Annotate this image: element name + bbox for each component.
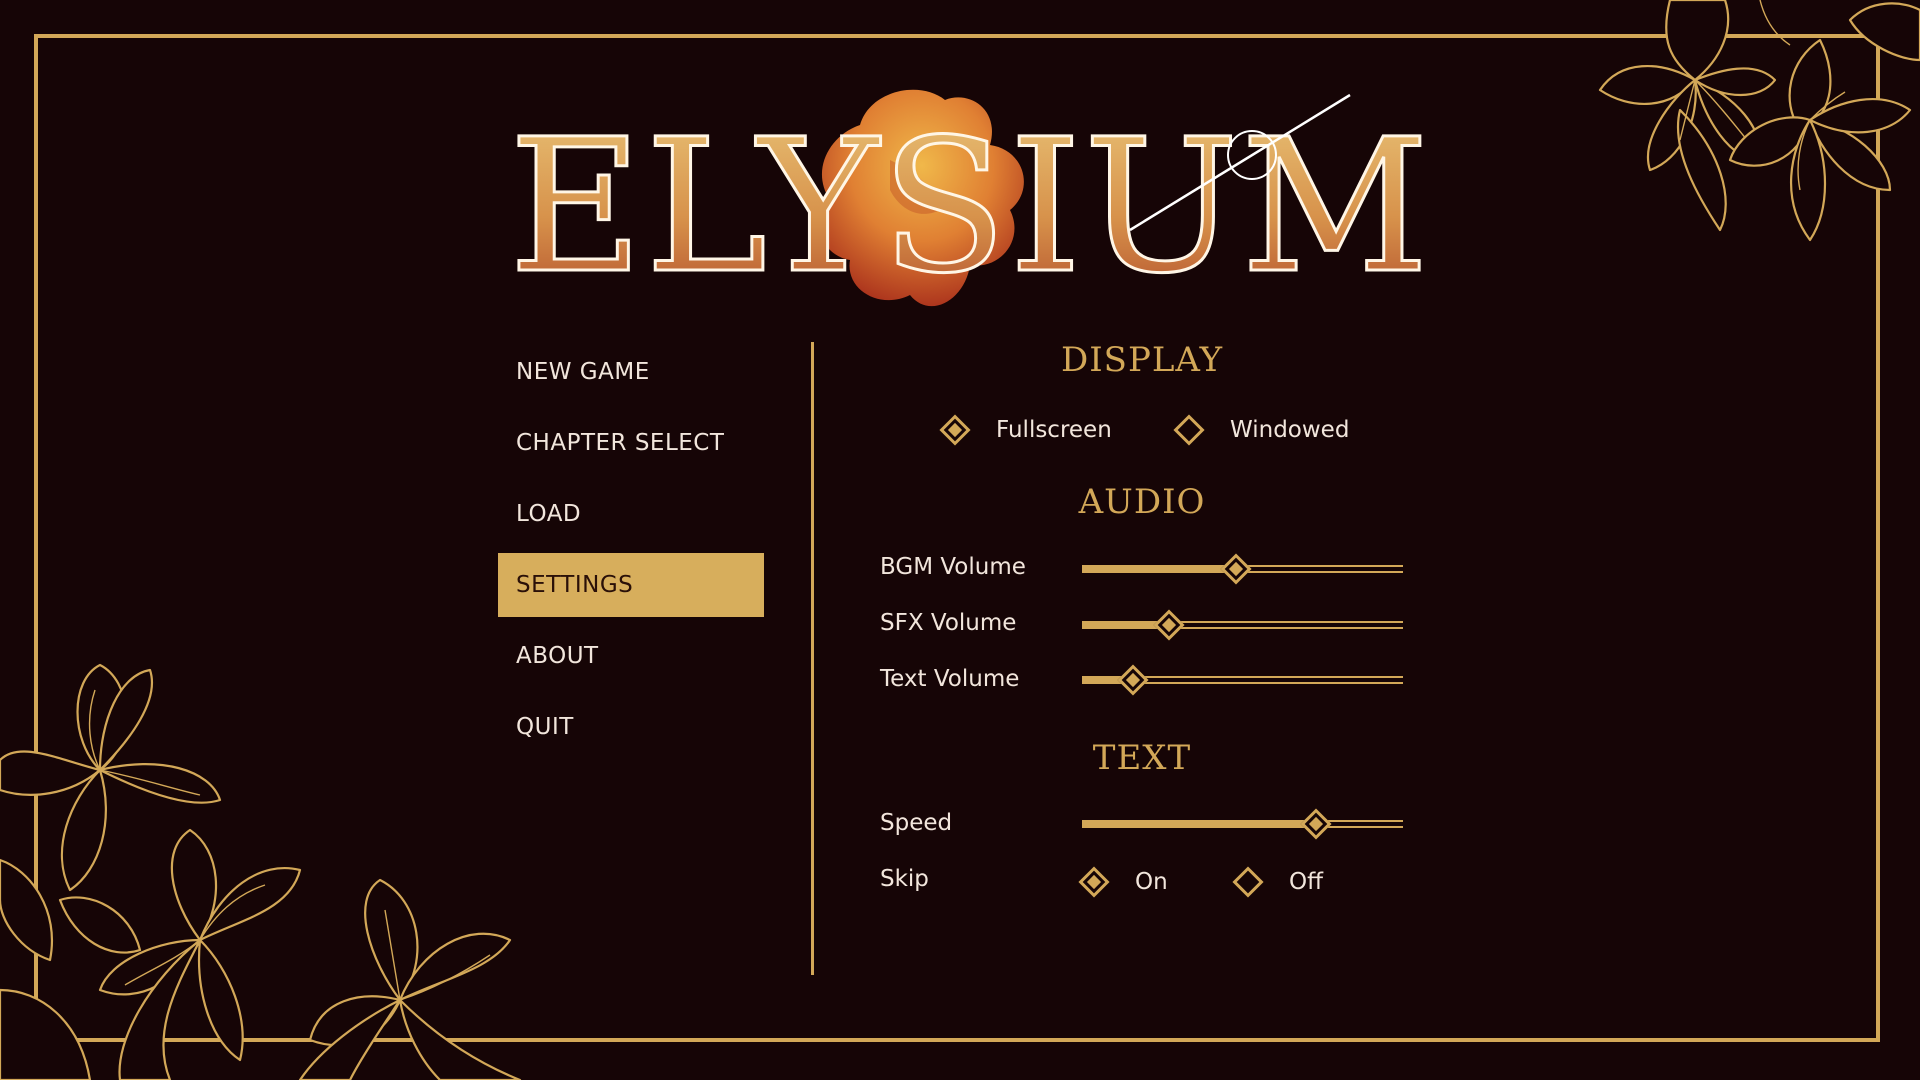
display-section-title: DISPLAY [1060, 340, 1224, 380]
skip-off-radio[interactable]: Off [1232, 866, 1323, 898]
slider-handle[interactable] [1117, 664, 1149, 696]
skip-on-label: On [1135, 869, 1168, 895]
slider-fill [1082, 565, 1237, 573]
bgm-volume-slider[interactable] [1082, 553, 1403, 585]
text-section-title: TEXT [1092, 738, 1192, 778]
menu-item-chapter-select[interactable]: CHAPTER SELECT [498, 411, 764, 475]
sfx-volume-slider[interactable] [1082, 609, 1403, 641]
menu-item-label: NEW GAME [516, 359, 650, 385]
speed-label: Speed [880, 810, 953, 836]
windowed-label: Windowed [1230, 417, 1350, 443]
audio-section-title: AUDIO [1078, 482, 1206, 522]
fullscreen-radio[interactable]: Fullscreen [939, 414, 1112, 446]
slider-fill [1082, 820, 1317, 828]
fullscreen-label: Fullscreen [996, 417, 1112, 443]
text-volume-label: Text Volume [880, 666, 1020, 692]
text-speed-slider[interactable] [1082, 808, 1403, 840]
game-logo: ELYSIUM [507, 89, 1431, 316]
menu-item-label: ABOUT [516, 643, 599, 669]
skip-on-radio[interactable]: On [1078, 866, 1168, 898]
slider-handle[interactable] [1220, 553, 1252, 585]
slider-handle[interactable] [1300, 808, 1332, 840]
radio-selected-icon [939, 414, 971, 446]
menu-item-label: LOAD [516, 501, 582, 527]
sfx-volume-label: SFX Volume [880, 610, 1017, 636]
logo-title: ELYSIUM [509, 100, 1431, 314]
floral-decoration-top-right [1598, 0, 1920, 242]
menu-item-label: CHAPTER SELECT [516, 430, 725, 456]
menu-item-settings[interactable]: SETTINGS [498, 553, 764, 617]
menu-item-new-game[interactable]: NEW GAME [498, 340, 764, 404]
slider-handle[interactable] [1153, 609, 1185, 641]
bgm-volume-label: BGM Volume [880, 554, 1026, 580]
radio-unselected-icon [1232, 866, 1264, 898]
menu-item-quit[interactable]: QUIT [498, 695, 764, 759]
radio-selected-icon [1078, 866, 1110, 898]
floral-decoration-bottom-left [0, 663, 522, 1080]
menu-item-label: SETTINGS [516, 572, 634, 598]
menu-item-about[interactable]: ABOUT [498, 624, 764, 688]
skip-off-label: Off [1289, 869, 1323, 895]
radio-unselected-icon [1173, 414, 1205, 446]
text-volume-slider[interactable] [1082, 664, 1403, 696]
main-menu: NEW GAME CHAPTER SELECT LOAD SETTINGS AB… [498, 340, 764, 766]
menu-item-load[interactable]: LOAD [498, 482, 764, 546]
menu-divider [811, 342, 814, 975]
skip-label: Skip [880, 866, 929, 892]
menu-item-label: QUIT [516, 714, 574, 740]
windowed-radio[interactable]: Windowed [1173, 414, 1350, 446]
